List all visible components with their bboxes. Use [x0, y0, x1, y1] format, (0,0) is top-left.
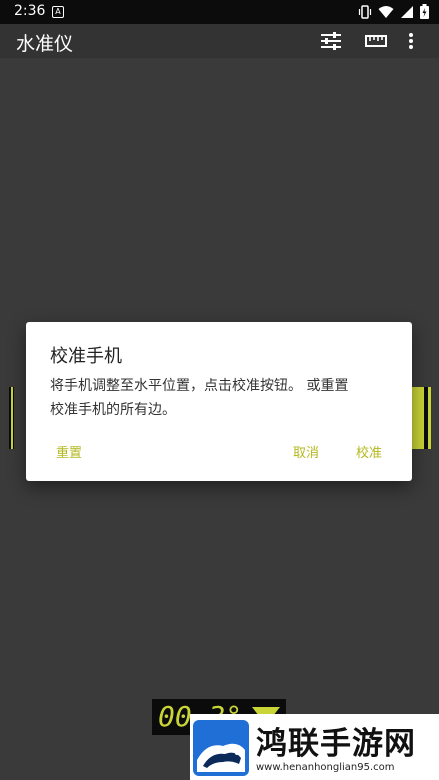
cancel-button[interactable]: 取消 [293, 442, 319, 461]
buffalo-logo-icon [193, 720, 249, 776]
status-bar: 2:36 A [0, 0, 439, 24]
watermark-url: www.henanhonglian95.com [256, 762, 395, 773]
ruler-icon[interactable] [364, 30, 388, 52]
more-vert-icon[interactable] [405, 30, 417, 52]
dialog-title: 校准手机 [50, 346, 122, 367]
calibrate-button[interactable]: 校准 [356, 442, 382, 461]
signal-icon [401, 5, 413, 18]
vibrate-icon [358, 4, 372, 19]
reset-button[interactable]: 重置 [56, 442, 82, 461]
status-icons [358, 4, 429, 19]
app-title: 水准仪 [16, 33, 74, 55]
watermark: 鸿联手游网 www.henanhonglian95.com [190, 714, 439, 780]
level-gauge-right-edge [409, 387, 431, 449]
dialog-message-line-2: 校准手机的所有边。 [50, 402, 176, 418]
battery-charging-icon [420, 4, 429, 19]
a-icon: A [52, 6, 64, 18]
app-bar: 水准仪 [0, 24, 439, 58]
tune-icon[interactable] [319, 30, 343, 52]
dialog-message-line-1: 将手机调整至水平位置，点击校准按钮。 或重置 [50, 378, 349, 394]
level-gauge-left-edge [9, 387, 14, 449]
calibrate-dialog: 校准手机 将手机调整至水平位置，点击校准按钮。 或重置 校准手机的所有边。 重置… [26, 322, 412, 481]
wifi-icon [378, 5, 394, 18]
status-time: 2:36 [14, 3, 46, 19]
dialog-message: 将手机调整至水平位置，点击校准按钮。 或重置 校准手机的所有边。 [50, 374, 395, 422]
watermark-name: 鸿联手游网 [256, 726, 416, 762]
